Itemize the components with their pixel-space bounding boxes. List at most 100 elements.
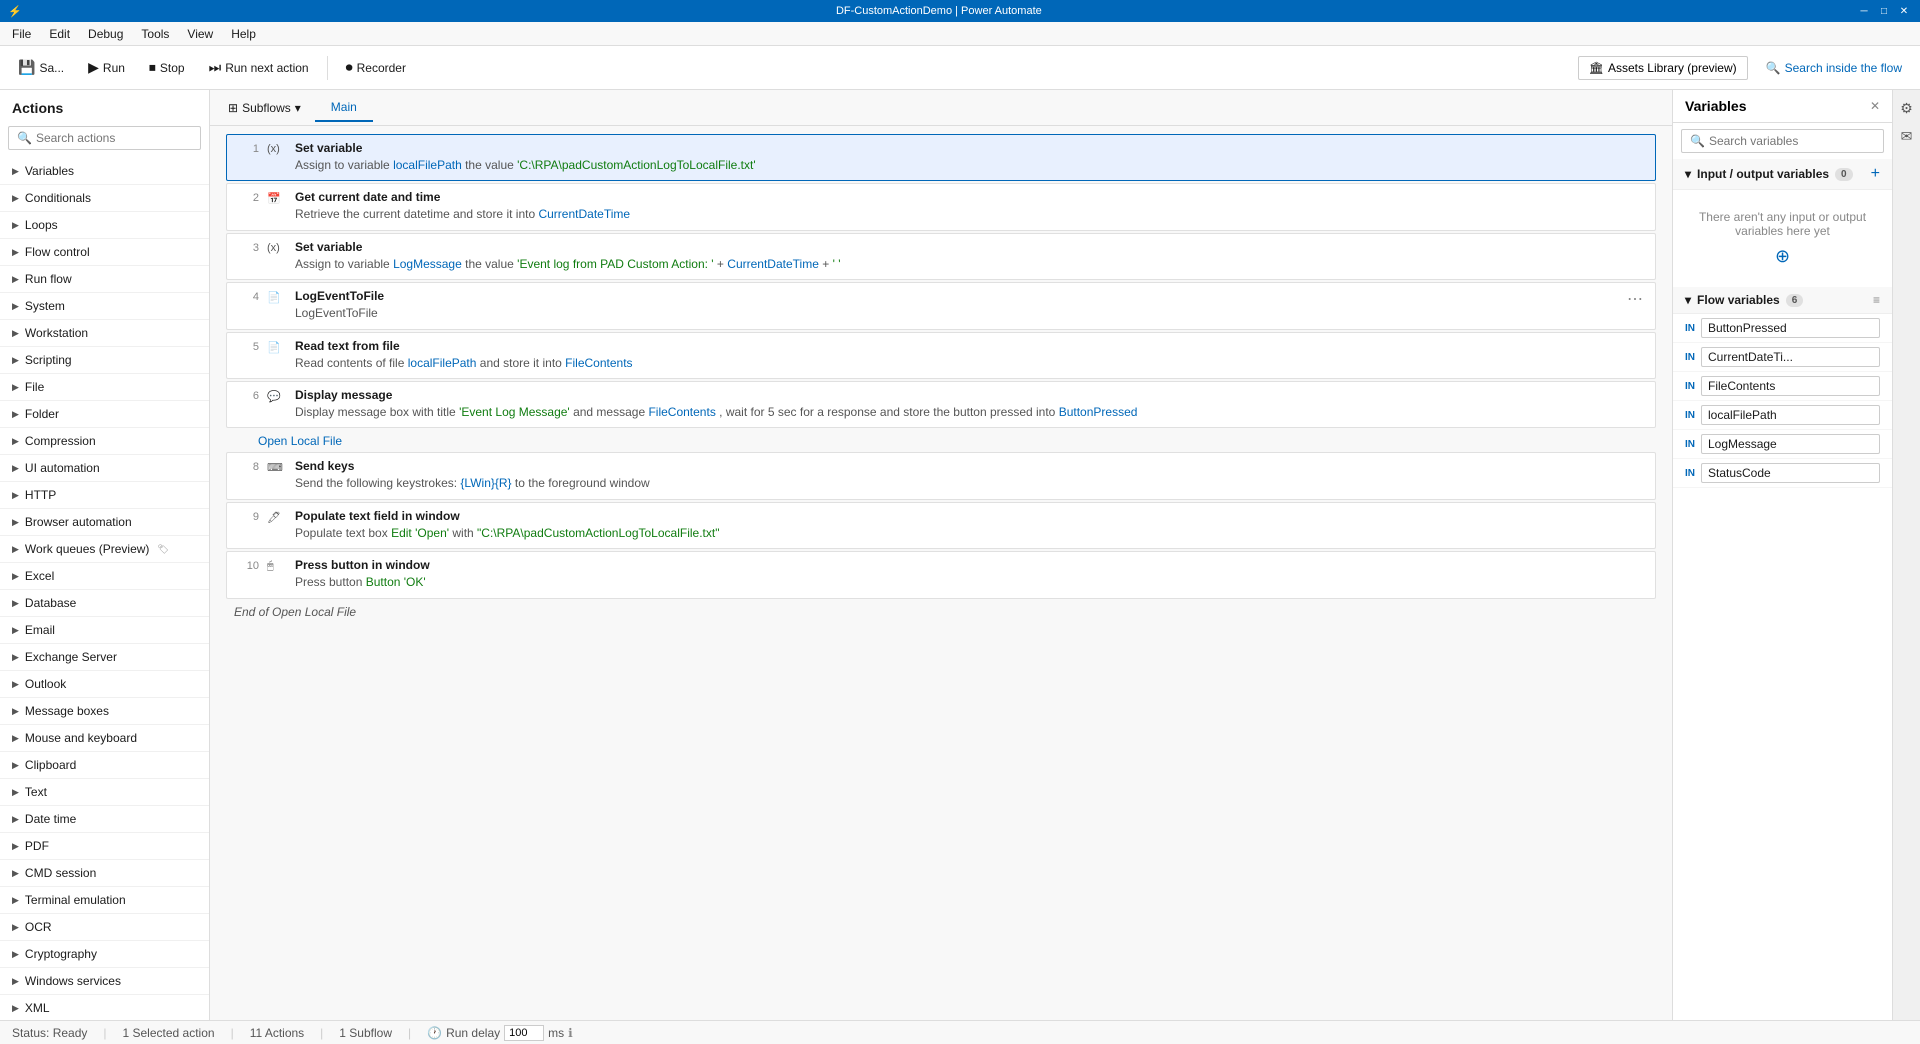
action-group-header[interactable]: ▶ Compression [0, 428, 209, 454]
action-group-header[interactable]: ▶ File [0, 374, 209, 400]
menu-debug[interactable]: Debug [80, 25, 131, 43]
action-group-header[interactable]: ▶ HTTP [0, 482, 209, 508]
action-group-header[interactable]: ▶ Clipboard [0, 752, 209, 778]
menu-help[interactable]: Help [223, 25, 264, 43]
action-group-pdf[interactable]: ▶ PDF [0, 833, 209, 860]
action-group-header[interactable]: ▶ OCR [0, 914, 209, 940]
action-group-header[interactable]: ▶ Run flow [0, 266, 209, 292]
variables-close-button[interactable]: ✕ [1870, 99, 1880, 113]
search-flow-button[interactable]: 🔍 Search inside the flow [1756, 57, 1912, 79]
main-tab[interactable]: Main [315, 94, 373, 122]
action-group-loops[interactable]: ▶ Loops [0, 212, 209, 239]
action-group-scripting[interactable]: ▶ Scripting [0, 347, 209, 374]
action-group-header[interactable]: ▶ Windows services [0, 968, 209, 994]
action-group-folder[interactable]: ▶ Folder [0, 401, 209, 428]
action-group-header[interactable]: ▶ Mouse and keyboard [0, 725, 209, 751]
action-group-flow-control[interactable]: ▶ Flow control [0, 239, 209, 266]
action-group-header[interactable]: ▶ Folder [0, 401, 209, 427]
action-group-windows-services[interactable]: ▶ Windows services [0, 968, 209, 995]
action-group-header[interactable]: ▶ Excel [0, 563, 209, 589]
add-variable-button[interactable]: + [1871, 165, 1880, 183]
subflows-button[interactable]: ⊞ Subflows ▾ [218, 97, 311, 119]
action-group-header[interactable]: ▶ Text [0, 779, 209, 805]
action-group-header[interactable]: ▶ Exchange Server [0, 644, 209, 670]
action-group-header[interactable]: ▶ Scripting [0, 347, 209, 373]
action-group-excel[interactable]: ▶ Excel [0, 563, 209, 590]
action-group-conditionals[interactable]: ▶ Conditionals [0, 185, 209, 212]
action-group-system[interactable]: ▶ System [0, 293, 209, 320]
stop-button[interactable]: ⏹ Stop [139, 55, 195, 80]
action-group-header[interactable]: ▶ UI automation [0, 455, 209, 481]
action-group-terminal-emulation[interactable]: ▶ Terminal emulation [0, 887, 209, 914]
flow-variable-item[interactable]: IN localFilePath [1673, 401, 1892, 430]
action-group-work-queues-preview[interactable]: ▶ Work queues (Preview) 🏷 [0, 536, 209, 563]
recorder-button[interactable]: ⏺ Recorder [336, 55, 416, 80]
action-group-header[interactable]: ▶ Terminal emulation [0, 887, 209, 913]
action-group-exchange-server[interactable]: ▶ Exchange Server [0, 644, 209, 671]
action-group-http[interactable]: ▶ HTTP [0, 482, 209, 509]
action-group-compression[interactable]: ▶ Compression [0, 428, 209, 455]
action-group-workstation[interactable]: ▶ Workstation [0, 320, 209, 347]
action-group-header[interactable]: ▶ CMD session [0, 860, 209, 886]
delay-help-icon[interactable]: ℹ [568, 1026, 573, 1040]
flow-step-3[interactable]: 3 (x) Set variable Assign to variable Lo… [226, 233, 1656, 280]
action-group-mouse-and-keyboard[interactable]: ▶ Mouse and keyboard [0, 725, 209, 752]
side-icon-2[interactable]: ✉ [1897, 126, 1917, 146]
action-group-header[interactable]: ▶ Flow control [0, 239, 209, 265]
action-group-header[interactable]: ▶ Conditionals [0, 185, 209, 211]
action-group-file[interactable]: ▶ File [0, 374, 209, 401]
action-group-outlook[interactable]: ▶ Outlook [0, 671, 209, 698]
action-group-run-flow[interactable]: ▶ Run flow [0, 266, 209, 293]
flow-step-4[interactable]: 4 📄 LogEventToFile LogEventToFile ⋯ [226, 282, 1656, 329]
action-group-date-time[interactable]: ▶ Date time [0, 806, 209, 833]
step-more-button[interactable]: ⋯ [1623, 289, 1647, 309]
action-group-header[interactable]: ▶ Variables [0, 158, 209, 184]
search-variables-input[interactable] [1709, 134, 1875, 148]
action-group-header[interactable]: ▶ Date time [0, 806, 209, 832]
flow-step-5[interactable]: 5 📄 Read text from file Read contents of… [226, 332, 1656, 379]
run-delay-input[interactable] [504, 1025, 544, 1041]
action-group-database[interactable]: ▶ Database [0, 590, 209, 617]
menu-tools[interactable]: Tools [133, 25, 177, 43]
flow-step-1[interactable]: 1 (x) Set variable Assign to variable lo… [226, 134, 1656, 181]
action-group-header[interactable]: ▶ System [0, 293, 209, 319]
minimize-button[interactable]: ─ [1856, 3, 1872, 19]
action-group-variables[interactable]: ▶ Variables [0, 158, 209, 185]
flow-variables-filter-button[interactable]: ≡ [1873, 293, 1880, 307]
action-group-header[interactable]: ▶ Cryptography [0, 941, 209, 967]
flow-variables-section-header[interactable]: ▾ Flow variables 6 ≡ [1673, 287, 1892, 314]
action-group-email[interactable]: ▶ Email [0, 617, 209, 644]
action-group-message-boxes[interactable]: ▶ Message boxes [0, 698, 209, 725]
flow-step-8[interactable]: 8 ⌨ Send keys Send the following keystro… [226, 452, 1656, 499]
save-button[interactable]: 💾 Sa... [8, 55, 74, 80]
menu-view[interactable]: View [179, 25, 221, 43]
action-group-header[interactable]: ▶ Browser automation [0, 509, 209, 535]
flow-step-9[interactable]: 9 🖊 Populate text field in window Popula… [226, 502, 1656, 549]
action-group-ui-automation[interactable]: ▶ UI automation [0, 455, 209, 482]
action-group-header[interactable]: ▶ PDF [0, 833, 209, 859]
action-group-header[interactable]: ▶ Outlook [0, 671, 209, 697]
action-group-header[interactable]: ▶ Message boxes [0, 698, 209, 724]
menu-edit[interactable]: Edit [41, 25, 78, 43]
flow-variable-item[interactable]: IN ButtonPressed [1673, 314, 1892, 343]
flow-variable-item[interactable]: IN StatusCode [1673, 459, 1892, 488]
search-actions-input[interactable] [36, 131, 192, 145]
flow-step-6[interactable]: 6 💬 Display message Display message box … [226, 381, 1656, 428]
assets-library-button[interactable]: 🏛 Assets Library (preview) [1578, 56, 1748, 80]
maximize-button[interactable]: □ [1876, 3, 1892, 19]
action-group-text[interactable]: ▶ Text [0, 779, 209, 806]
action-group-cmd-session[interactable]: ▶ CMD session [0, 860, 209, 887]
side-icon-1[interactable]: ⚙ [1897, 98, 1917, 118]
flow-group-label[interactable]: Open Local File [250, 430, 1656, 452]
action-group-header[interactable]: ▶ Loops [0, 212, 209, 238]
action-group-header[interactable]: ▶ Work queues (Preview) 🏷 [0, 536, 209, 562]
run-button[interactable]: ▶ Run [78, 55, 135, 80]
action-group-cryptography[interactable]: ▶ Cryptography [0, 941, 209, 968]
close-button[interactable]: ✕ [1896, 3, 1912, 19]
run-next-button[interactable]: ⏭ Run next action [199, 55, 319, 80]
action-group-browser-automation[interactable]: ▶ Browser automation [0, 509, 209, 536]
flow-variable-item[interactable]: IN FileContents [1673, 372, 1892, 401]
flow-variable-item[interactable]: IN LogMessage [1673, 430, 1892, 459]
menu-file[interactable]: File [4, 25, 39, 43]
action-group-xml[interactable]: ▶ XML [0, 995, 209, 1020]
